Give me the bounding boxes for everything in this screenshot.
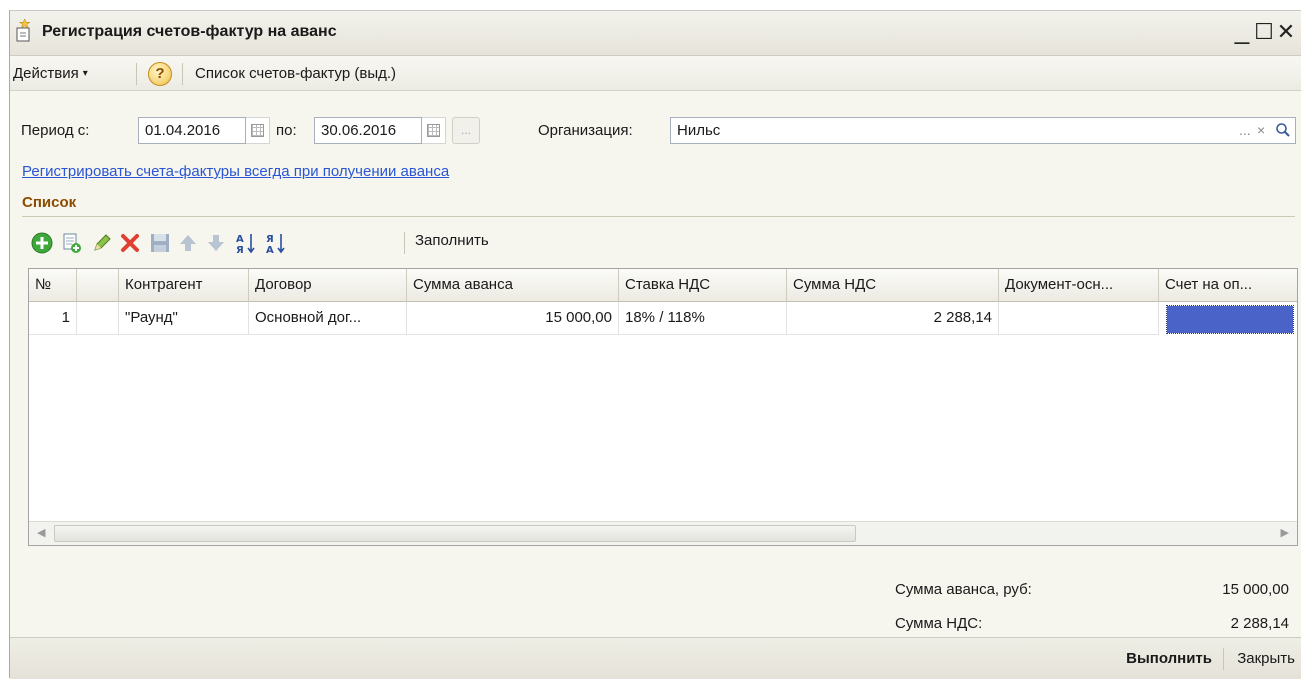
cell-flag[interactable]: [77, 302, 119, 335]
sort-asc-icon[interactable]: А Я: [234, 231, 258, 255]
table-row[interactable]: 1 "Раунд" Основной дог... 15 000,00 18% …: [29, 302, 1297, 335]
period-to-field[interactable]: 30.06.2016: [314, 117, 422, 144]
edit-icon[interactable]: [90, 231, 114, 255]
maximize-button[interactable]: ☐: [1253, 19, 1275, 45]
calendar-icon: [427, 124, 440, 137]
column-header-vat-rate[interactable]: Ставка НДС: [619, 269, 787, 302]
copy-icon[interactable]: [60, 231, 84, 255]
svg-text:Я: Я: [236, 245, 244, 255]
scroll-left-icon[interactable]: ◀: [37, 526, 45, 539]
delete-icon[interactable]: [118, 231, 142, 255]
svg-text:А: А: [266, 245, 274, 255]
calendar-icon: [251, 124, 264, 137]
scrollbar-thumb[interactable]: [54, 525, 856, 542]
period-select-button[interactable]: ...: [452, 117, 480, 144]
close-window-button[interactable]: ✕: [1275, 19, 1297, 45]
bottom-bar: Выполнить Закрыть: [10, 637, 1301, 679]
calendar-from-button[interactable]: [246, 117, 270, 144]
column-header-invoice[interactable]: Счет на оп...: [1159, 269, 1297, 302]
svg-text:А: А: [236, 234, 244, 245]
column-header-number[interactable]: №: [29, 269, 77, 302]
add-icon[interactable]: [30, 231, 54, 255]
column-header-vat-sum[interactable]: Сумма НДС: [787, 269, 999, 302]
command-bar: Действия ▾ ? Список счетов-фактур (выд.): [10, 57, 1301, 91]
organization-value: Нильс: [677, 122, 721, 139]
minimize-button[interactable]: _: [1231, 17, 1253, 45]
document-register-icon: [16, 19, 31, 42]
title-bar: Регистрация счетов-фактур на аванс _ ☐ ✕: [10, 11, 1301, 56]
button-separator: [1223, 648, 1224, 670]
organization-field[interactable]: Нильс ... ×: [670, 117, 1296, 144]
save-icon[interactable]: [148, 231, 172, 255]
actions-menu-button[interactable]: Действия ▾: [13, 65, 88, 82]
command-separator: [182, 63, 183, 85]
search-icon[interactable]: [1275, 122, 1291, 138]
section-divider: [22, 216, 1295, 217]
scroll-right-icon[interactable]: ▶: [1281, 526, 1289, 539]
column-header-flag[interactable]: [77, 269, 119, 302]
execute-button[interactable]: Выполнить: [1126, 650, 1212, 667]
cell-advance-sum[interactable]: 15 000,00: [407, 302, 619, 335]
period-from-field[interactable]: 01.04.2016: [138, 117, 246, 144]
actions-menu-label: Действия: [13, 65, 79, 82]
cell-vat-sum[interactable]: 2 288,14: [787, 302, 999, 335]
window-title: Регистрация счетов-фактур на аванс: [42, 23, 337, 40]
total-advance-label: Сумма аванса, руб:: [895, 581, 1032, 598]
period-to-label: по:: [276, 122, 297, 139]
total-advance-value: 15 000,00: [1222, 581, 1289, 598]
cell-doc-basis[interactable]: [999, 302, 1159, 335]
organization-clear-button[interactable]: ×: [1257, 118, 1265, 143]
svg-text:Я: Я: [266, 234, 274, 245]
organization-field-buttons: ... ×: [1233, 118, 1295, 143]
column-header-advance-sum[interactable]: Сумма аванса: [407, 269, 619, 302]
table-header: № Контрагент Договор Сумма аванса Ставка…: [29, 269, 1297, 302]
period-from-label: Период с:: [21, 122, 90, 139]
organization-label: Организация:: [538, 122, 633, 139]
move-up-icon[interactable]: [176, 231, 200, 255]
section-title: Список: [22, 194, 77, 211]
dialog-window: Регистрация счетов-фактур на аванс _ ☐ ✕…: [9, 10, 1301, 679]
organization-select-button[interactable]: ...: [1239, 118, 1251, 143]
horizontal-scrollbar[interactable]: ◀ ▶: [29, 521, 1297, 545]
command-separator: [136, 63, 137, 85]
cell-number[interactable]: 1: [29, 302, 77, 335]
toolbar-separator: [404, 232, 405, 254]
sort-desc-icon[interactable]: Я А: [264, 231, 288, 255]
cell-vat-rate[interactable]: 18% / 118%: [619, 302, 787, 335]
help-icon[interactable]: ?: [148, 62, 172, 86]
calendar-to-button[interactable]: [422, 117, 446, 144]
move-down-icon[interactable]: [204, 231, 228, 255]
close-button[interactable]: Закрыть: [1237, 650, 1295, 667]
cell-contract[interactable]: Основной дог...: [249, 302, 407, 335]
selected-cell-highlight: [1166, 305, 1294, 334]
invoice-list-button[interactable]: Список счетов-фактур (выд.): [195, 65, 396, 82]
column-header-counterparty[interactable]: Контрагент: [119, 269, 249, 302]
total-vat-value: 2 288,14: [1230, 615, 1289, 632]
cell-counterparty[interactable]: "Раунд": [119, 302, 249, 335]
total-vat-label: Сумма НДС:: [895, 615, 983, 632]
column-header-doc-basis[interactable]: Документ-осн...: [999, 269, 1159, 302]
fill-button[interactable]: Заполнить: [415, 232, 489, 249]
invoice-table[interactable]: № Контрагент Договор Сумма аванса Ставка…: [28, 268, 1298, 546]
chevron-down-icon: ▾: [82, 68, 88, 79]
column-header-contract[interactable]: Договор: [249, 269, 407, 302]
register-always-link[interactable]: Регистрировать счета-фактуры всегда при …: [22, 163, 449, 180]
